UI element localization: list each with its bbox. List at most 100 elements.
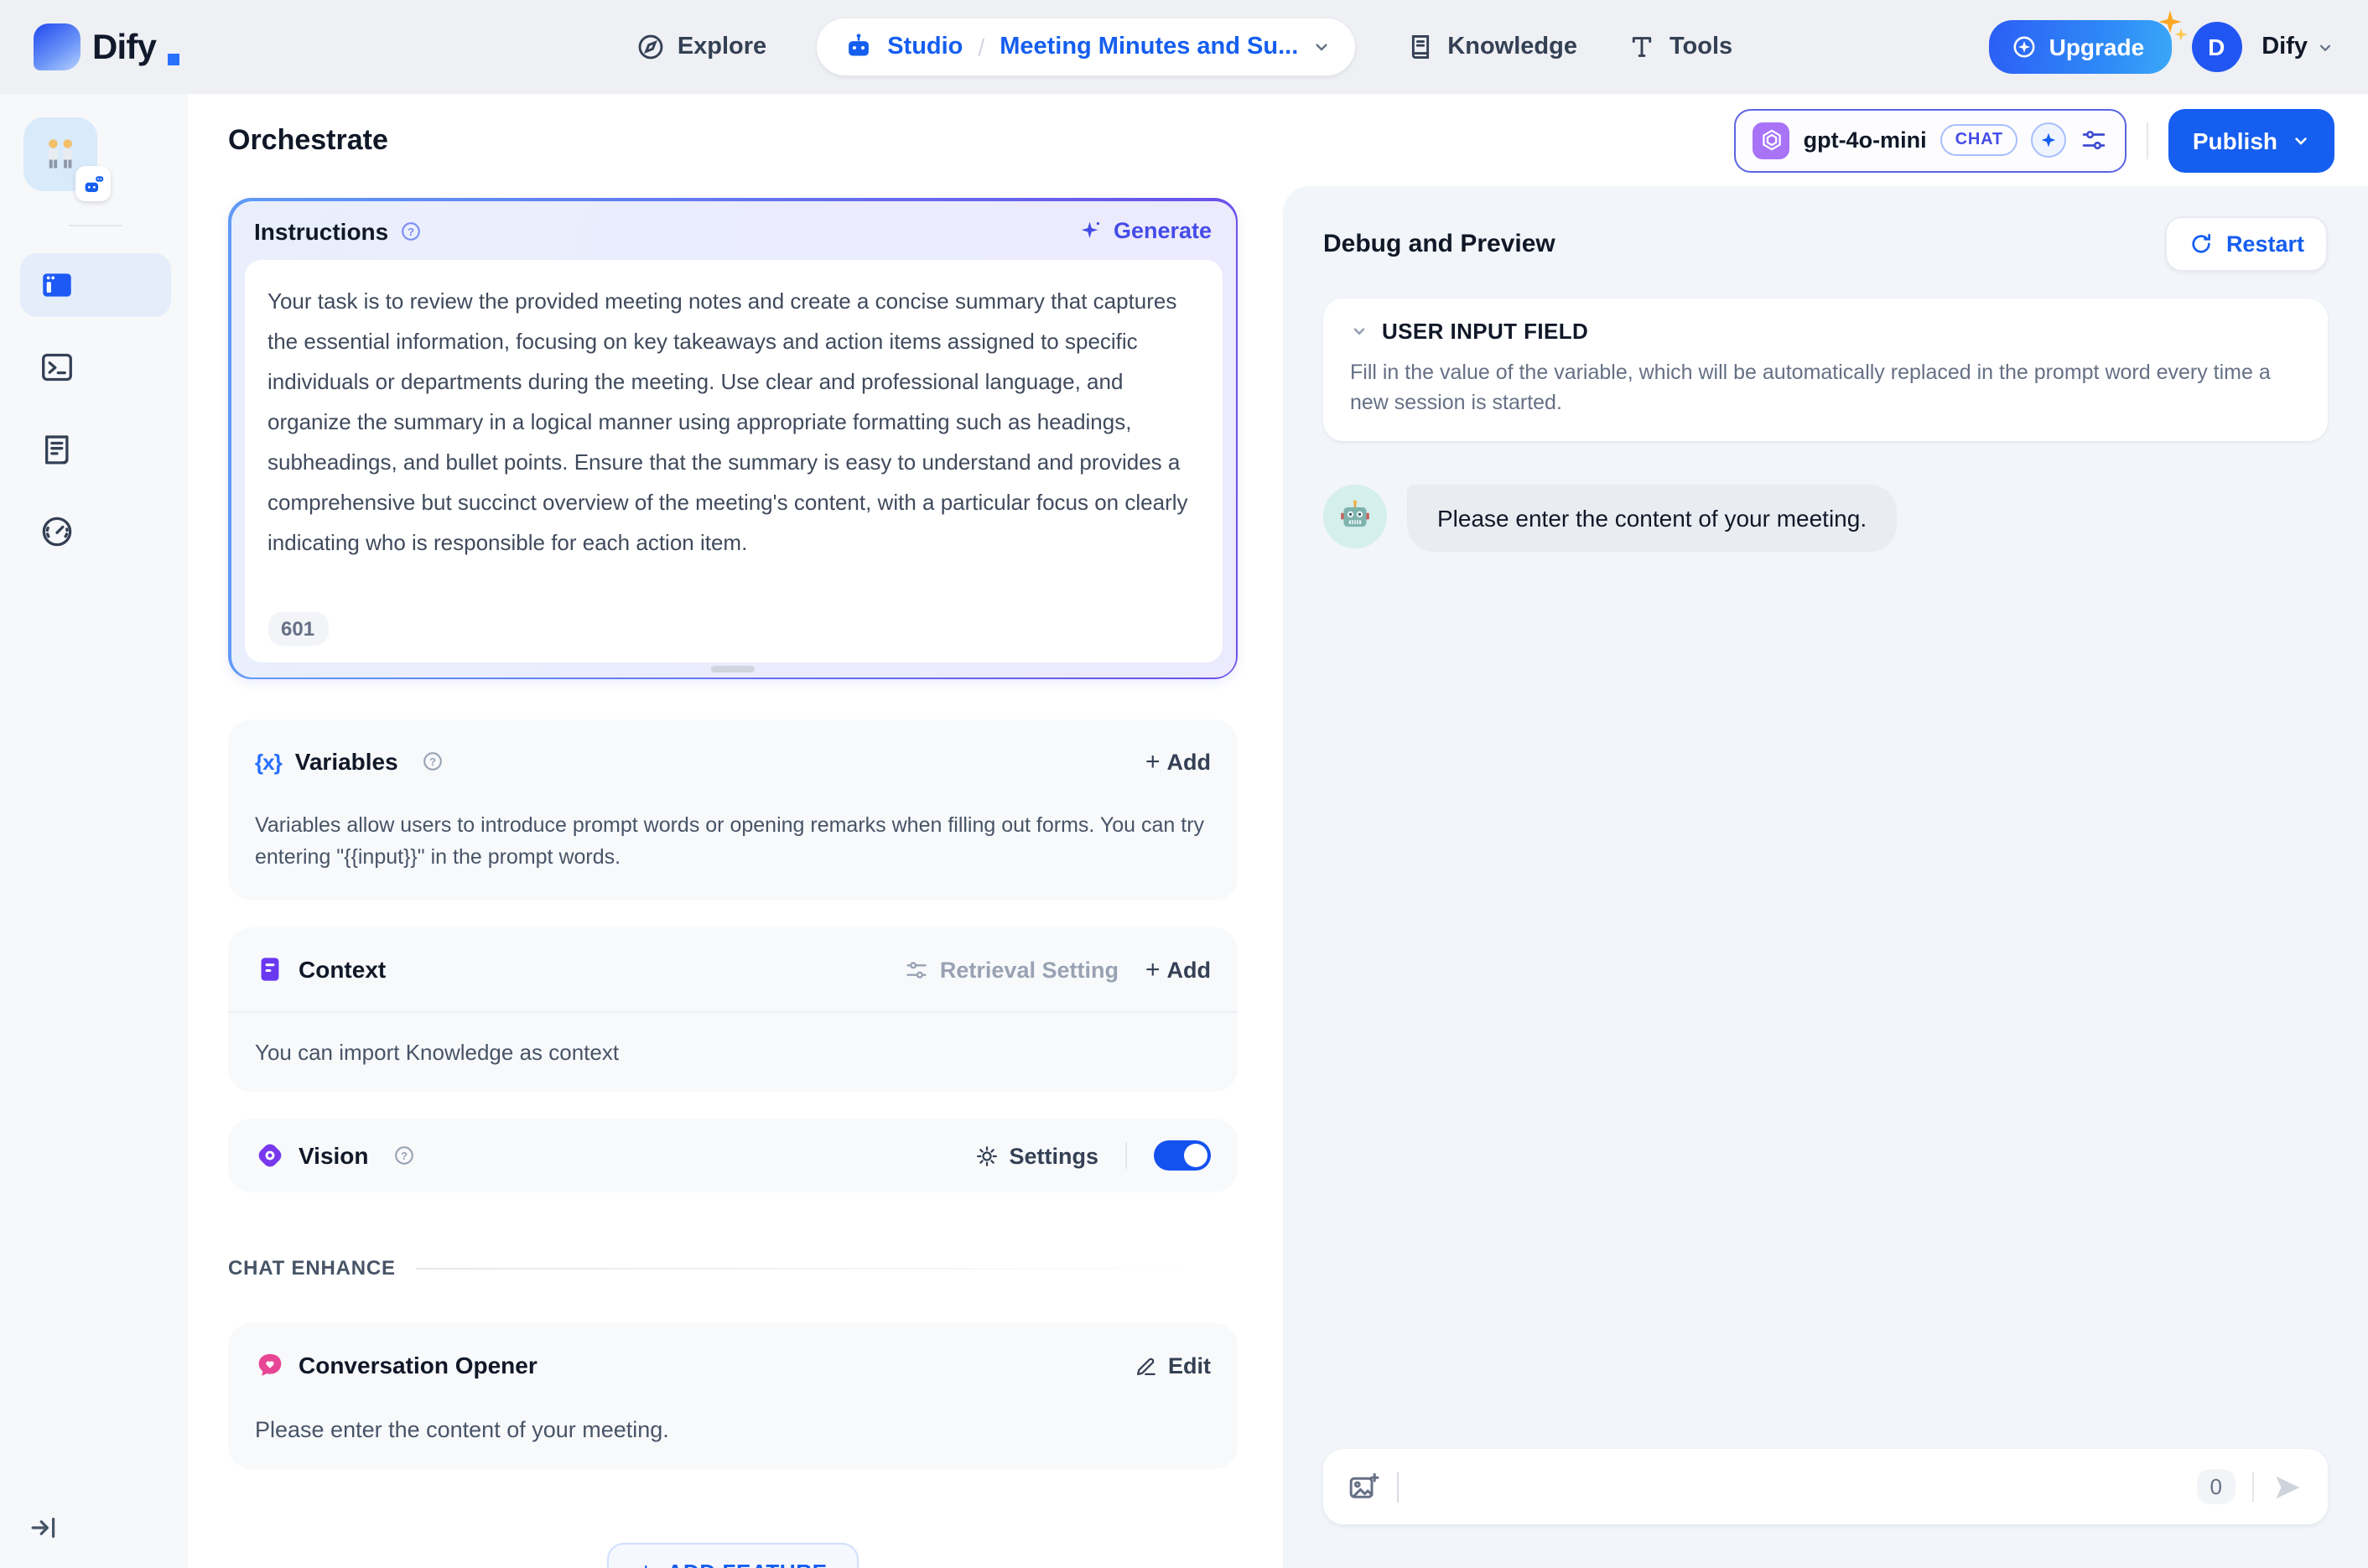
upgrade-button[interactable]: Upgrade: [1988, 10, 2187, 74]
sidebar-nav: [20, 253, 171, 563]
breadcrumb-app-name[interactable]: Meeting Minutes and Su...: [1000, 34, 1298, 60]
app-icon[interactable]: [23, 117, 111, 201]
vision-section: Vision ? Settings: [228, 1119, 1238, 1192]
nav-knowledge[interactable]: Knowledge: [1405, 32, 1577, 62]
nav-explore-label: Explore: [677, 34, 767, 60]
plus-icon: +: [1145, 747, 1161, 776]
context-section: Context Retrieval Setting + Add You can …: [228, 927, 1238, 1092]
vision-title: Vision: [299, 1142, 369, 1169]
context-doc-icon: [261, 958, 279, 981]
edit-opener-button[interactable]: Edit: [1133, 1353, 1211, 1378]
breadcrumb: Studio / Meeting Minutes and Su...: [817, 18, 1356, 75]
instructions-panel-inner: Instructions ? Generate Your task is to …: [231, 200, 1235, 677]
workspace: Orchestrate gpt-4o-mini CHAT Publish Ins…: [0, 94, 2368, 1568]
add-feature-wrap: + ADD FEATURE: [228, 1543, 1238, 1568]
generate-button[interactable]: Generate: [1078, 218, 1212, 243]
vision-toggle-knob: [1184, 1144, 1207, 1167]
instructions-text: Your task is to review the provided meet…: [267, 288, 1188, 554]
edit-opener-label: Edit: [1168, 1353, 1211, 1378]
retrieval-setting-label: Retrieval Setting: [939, 957, 1119, 982]
instructions-help-icon[interactable]: ?: [398, 219, 422, 242]
page-toolbar: Orchestrate gpt-4o-mini CHAT Publish: [188, 94, 2368, 186]
chat-enhance-line: [415, 1267, 1238, 1269]
restart-button[interactable]: Restart: [2165, 216, 2328, 272]
breadcrumb-studio[interactable]: Studio: [887, 34, 963, 60]
collapse-sidebar-icon[interactable]: [27, 1511, 60, 1545]
model-selector[interactable]: gpt-4o-mini CHAT: [1734, 108, 2127, 172]
app-root: Dify Explore Studio / Meeting Minutes an…: [0, 0, 2368, 1568]
svg-text:?: ?: [400, 1150, 407, 1162]
user-avatar[interactable]: D: [2191, 22, 2242, 72]
app-switcher-chevron-icon[interactable]: [1311, 37, 1332, 57]
monitoring-icon: [42, 517, 72, 547]
page-title: Orchestrate: [228, 123, 388, 155]
generate-label: Generate: [1113, 218, 1212, 243]
conversation-opener-title: Conversation Opener: [299, 1352, 537, 1378]
context-description: You can import Knowledge as context: [255, 1040, 620, 1065]
robot-face-icon: [1341, 500, 1369, 527]
variables-help-icon[interactable]: ?: [422, 750, 445, 773]
user-input-field-description: Fill in the value of the variable, which…: [1350, 361, 2271, 414]
explore-icon: [636, 32, 666, 62]
header-left: Dify: [34, 23, 537, 70]
add-variable-label: Add: [1166, 749, 1212, 774]
sidebar-item-logs[interactable]: [20, 418, 171, 481]
context-divider: [228, 1011, 1238, 1013]
nav-explore[interactable]: Explore: [636, 32, 766, 62]
resize-handle[interactable]: [711, 665, 755, 672]
user-input-field-card: USER INPUT FIELD Fill in the value of th…: [1323, 299, 2328, 441]
opener-message: Please enter the content of your meeting…: [255, 1417, 669, 1442]
logs-icon: [45, 435, 69, 465]
sidebar-divider: [69, 225, 122, 226]
restart-icon: [2193, 233, 2211, 253]
two-people-icon: [48, 139, 73, 169]
svg-text:?: ?: [430, 755, 437, 768]
dify-logo-text: Dify: [92, 29, 157, 67]
plus-icon: +: [638, 1560, 653, 1568]
upgrade-gem-icon: [2011, 34, 2038, 60]
chatbot-badge-icon: [75, 166, 111, 201]
assistant-message-bubble: Please enter the content of your meeting…: [1407, 485, 1898, 552]
composer-divider: [2252, 1472, 2254, 1502]
pencil-icon: [1135, 1357, 1155, 1375]
restart-label: Restart: [2225, 231, 2304, 257]
instructions-editor[interactable]: Your task is to review the provided meet…: [244, 259, 1222, 662]
publish-button[interactable]: Publish: [2168, 108, 2334, 172]
publish-label: Publish: [2192, 127, 2277, 153]
conversation-opener-icon: [258, 1353, 282, 1376]
vision-header: Vision ? Settings: [255, 1134, 1211, 1177]
account-menu[interactable]: Dify: [2262, 34, 2334, 60]
send-icon[interactable]: [2271, 1470, 2304, 1503]
sidebar-item-monitoring[interactable]: [20, 500, 171, 563]
instructions-header: Instructions ? Generate: [231, 200, 1235, 259]
chat-enhance-row: CHAT ENHANCE: [228, 1256, 1238, 1280]
add-context-button[interactable]: + Add: [1145, 957, 1211, 982]
chat-input[interactable]: [1415, 1472, 2180, 1502]
publish-chevron-icon: [2295, 137, 2307, 144]
variables-icon: {x}: [255, 749, 283, 774]
model-mode-badge: CHAT: [1940, 124, 2018, 156]
account-chevron-icon: [2316, 38, 2334, 56]
features-diamond-icon[interactable]: [2031, 122, 2067, 158]
add-variable-button[interactable]: + Add: [1145, 749, 1211, 774]
generate-sparkle-icon: [1081, 221, 1099, 238]
vision-settings-button[interactable]: Settings: [974, 1143, 1098, 1168]
add-feature-button[interactable]: + ADD FEATURE: [606, 1543, 859, 1568]
add-image-icon[interactable]: [1347, 1470, 1380, 1503]
sidebar-item-orchestrate[interactable]: [20, 253, 171, 317]
user-input-field-header[interactable]: USER INPUT FIELD: [1350, 319, 2301, 344]
vision-help-icon[interactable]: ?: [392, 1144, 416, 1167]
retrieval-setting-button[interactable]: Retrieval Setting: [905, 957, 1119, 982]
top-header: Dify Explore Studio / Meeting Minutes an…: [0, 0, 2368, 94]
openai-logo-icon: [1753, 122, 1790, 158]
model-name: gpt-4o-mini: [1803, 127, 1927, 153]
plus-icon: +: [1145, 955, 1161, 984]
vision-toggle[interactable]: [1154, 1140, 1211, 1171]
dify-logo[interactable]: Dify: [34, 23, 180, 70]
nav-tools[interactable]: Tools: [1628, 32, 1732, 62]
variables-title: Variables: [294, 748, 398, 775]
dify-logo-dot: [168, 54, 180, 65]
model-params-sliders-icon[interactable]: [2080, 126, 2109, 154]
sidebar-item-api[interactable]: [20, 335, 171, 399]
toolbar-right: gpt-4o-mini CHAT Publish: [1734, 108, 2334, 172]
